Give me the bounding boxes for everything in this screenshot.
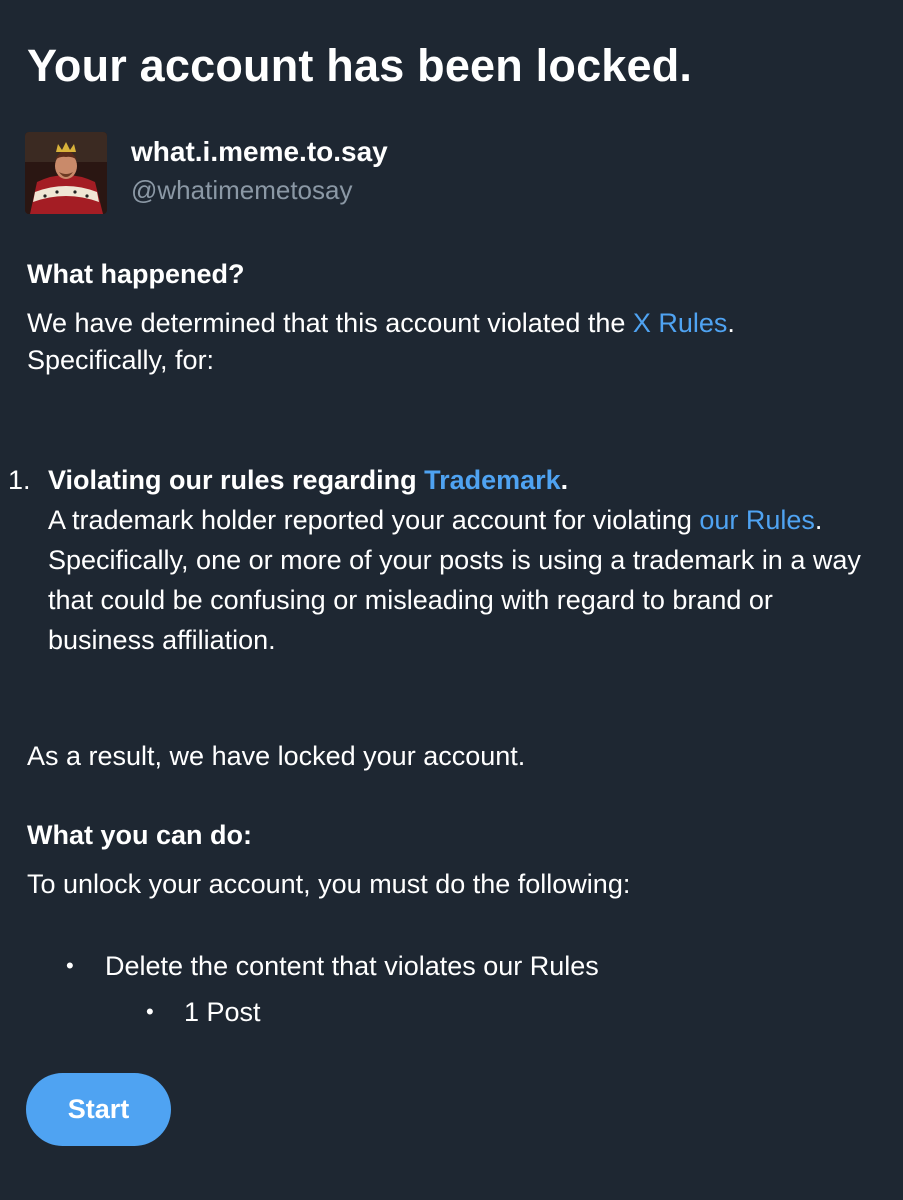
violation-description: A trademark holder reported your account… xyxy=(48,500,878,660)
start-button[interactable]: Start xyxy=(26,1073,171,1146)
page-title: Your account has been locked. xyxy=(27,40,693,91)
king-portrait-avatar-icon xyxy=(25,132,107,214)
step-post-count: 1 Post xyxy=(184,997,261,1027)
our-rules-link[interactable]: our Rules xyxy=(699,505,815,535)
display-name: what.i.meme.to.say xyxy=(131,136,388,167)
intro-suffix: . xyxy=(727,308,735,338)
avatar xyxy=(25,132,107,214)
violation-item: Violating our rules regarding Trademark.… xyxy=(48,460,878,660)
what-you-can-do-heading: What you can do: xyxy=(27,820,252,850)
specifically-text: Specifically, for: xyxy=(27,345,215,375)
violation-title-prefix: Violating our rules regarding xyxy=(48,465,425,495)
violation-desc-prefix: A trademark holder reported your account… xyxy=(48,505,700,535)
violation-title: Violating our rules regarding Trademark. xyxy=(48,460,878,500)
account-handle: @whatimemetosay xyxy=(131,175,353,205)
unlock-instruction: To unlock your account, you must do the … xyxy=(27,869,631,899)
violation-title-suffix: . xyxy=(560,465,569,495)
sub-bullet-icon: • xyxy=(146,999,154,1024)
violation-intro: We have determined that this account vio… xyxy=(27,305,887,379)
account-card: what.i.meme.to.say @whatimemetosay xyxy=(25,132,885,218)
violation-number: 1. xyxy=(8,465,31,495)
bullet-icon: • xyxy=(66,953,74,978)
step-delete-content: Delete the content that violates our Rul… xyxy=(105,951,599,981)
x-rules-link[interactable]: X Rules xyxy=(633,308,728,338)
locked-account-page: Your account has been locked. what.i.mem… xyxy=(0,0,903,1200)
what-happened-heading: What happened? xyxy=(27,259,245,289)
trademark-link[interactable]: Trademark xyxy=(424,465,561,495)
intro-prefix: We have determined that this account vio… xyxy=(27,308,633,338)
result-text: As a result, we have locked your account… xyxy=(27,741,526,771)
